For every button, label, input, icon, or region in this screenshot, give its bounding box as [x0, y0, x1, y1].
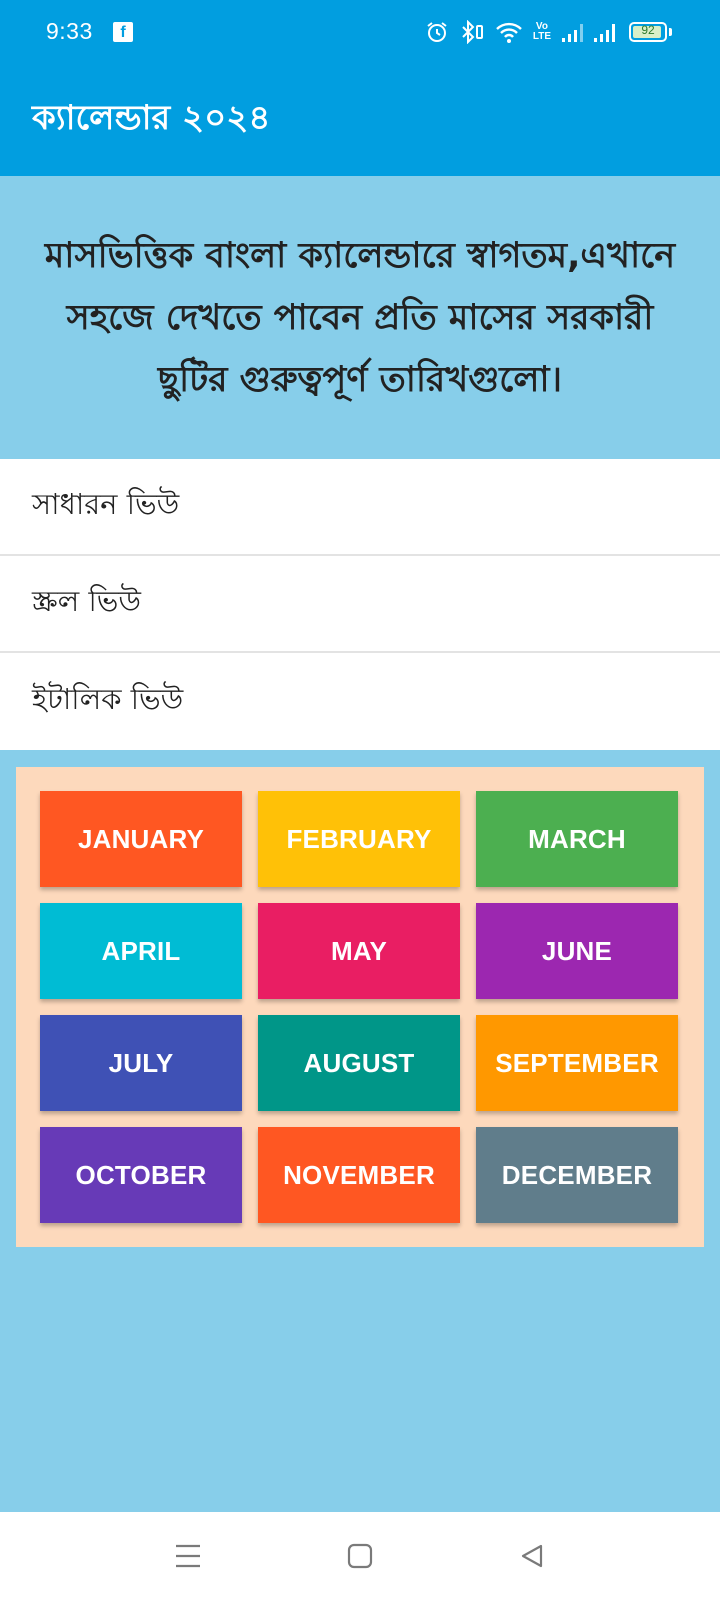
home-button[interactable] — [330, 1532, 390, 1580]
alarm-icon — [427, 22, 447, 42]
battery-cap — [669, 28, 672, 36]
month-button-august[interactable]: AUGUST — [258, 1015, 460, 1111]
battery-text: 92 — [641, 23, 655, 37]
month-button-december[interactable]: DECEMBER — [476, 1127, 678, 1223]
view-item-label: স্ক্রল ভিউ — [32, 584, 142, 618]
signal-icon — [594, 24, 615, 42]
month-button-november[interactable]: NOVEMBER — [258, 1127, 460, 1223]
month-button-april[interactable]: APRIL — [40, 903, 242, 999]
menu-button[interactable] — [158, 1532, 218, 1580]
month-button-may[interactable]: MAY — [258, 903, 460, 999]
volte-icon: Vo LTE — [533, 22, 551, 42]
welcome-text: মাসভিত্তিক বাংলা ক্যালেন্ডারে স্বাগতম,এখ… — [44, 235, 676, 400]
battery-icon: 92 — [629, 22, 667, 42]
month-button-october[interactable]: OCTOBER — [40, 1127, 242, 1223]
volte-bottom: LTE — [532, 31, 551, 42]
navigation-bar — [0, 1512, 720, 1600]
bluetooth-icon — [462, 20, 483, 44]
view-list: সাধারন ভিউ স্ক্রল ভিউ ইটালিক ভিউ — [0, 459, 720, 750]
month-panel: JANUARY FEBRUARY MARCH APRIL MAY JUNE JU… — [16, 767, 704, 1247]
view-item-scroll[interactable]: স্ক্রল ভিউ — [0, 556, 720, 653]
status-bar: 9:33 f Vo LTE 92 — [0, 0, 720, 62]
view-item-italic[interactable]: ইটালিক ভিউ — [0, 653, 720, 750]
month-grid: JANUARY FEBRUARY MARCH APRIL MAY JUNE JU… — [40, 791, 678, 1223]
facebook-icon: f — [113, 22, 133, 42]
back-icon — [521, 1544, 543, 1568]
view-item-label: ইটালিক ভিউ — [32, 682, 184, 716]
menu-icon — [176, 1544, 200, 1568]
app-bar: ক্যালেন্ডার ২০২৪ — [0, 62, 720, 176]
back-button[interactable] — [502, 1532, 562, 1580]
month-button-january[interactable]: JANUARY — [40, 791, 242, 887]
view-item-normal[interactable]: সাধারন ভিউ — [0, 459, 720, 556]
wifi-icon — [495, 22, 522, 43]
home-icon — [347, 1543, 373, 1569]
signal-icon — [562, 24, 583, 42]
app-title: ক্যালেন্ডার ২০২৪ — [32, 98, 271, 138]
month-button-march[interactable]: MARCH — [476, 791, 678, 887]
status-time: 9:33 — [46, 18, 93, 44]
month-button-june[interactable]: JUNE — [476, 903, 678, 999]
welcome-banner: মাসভিত্তিক বাংলা ক্যালেন্ডারে স্বাগতম,এখ… — [0, 176, 720, 459]
view-item-label: সাধারন ভিউ — [32, 487, 180, 521]
month-button-september[interactable]: SEPTEMBER — [476, 1015, 678, 1111]
status-icons: Vo LTE 92 — [425, 20, 672, 44]
month-button-july[interactable]: JULY — [40, 1015, 242, 1111]
month-button-february[interactable]: FEBRUARY — [258, 791, 460, 887]
